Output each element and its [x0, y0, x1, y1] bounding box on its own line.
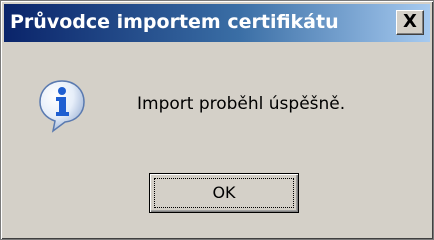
close-icon: X	[403, 11, 417, 32]
ok-button[interactable]: OK	[149, 173, 299, 213]
window-title: Průvodce importem certifikátu	[10, 11, 339, 33]
title-bar[interactable]: Průvodce importem certifikátu X	[4, 4, 430, 42]
information-icon	[39, 80, 85, 133]
ok-button-label: OK	[212, 183, 236, 202]
message-dialog: Průvodce importem certifikátu X Import p…	[0, 0, 434, 240]
close-button[interactable]: X	[396, 10, 424, 35]
dialog-message: Import proběhl úspěšně.	[137, 94, 346, 114]
